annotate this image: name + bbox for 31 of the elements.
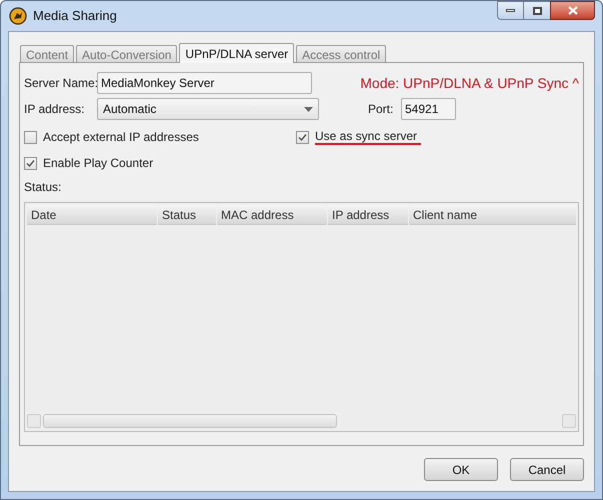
field-label: Port:: [368, 101, 394, 118]
port-field[interactable]: 54921: [401, 98, 456, 120]
close-button[interactable]: [550, 1, 595, 20]
checkbox[interactable]: [24, 156, 37, 170]
checkbox-label: Accept external IP addresses: [43, 130, 199, 144]
column-header[interactable]: Client name: [409, 205, 576, 225]
minimize-button[interactable]: [497, 1, 524, 20]
checkbox[interactable]: [296, 130, 309, 144]
dialog-button[interactable]: Cancel: [510, 458, 584, 481]
field-label: Server Name:: [24, 75, 97, 92]
checkbox-label: Enable Play Counter: [43, 156, 154, 170]
maximize-button[interactable]: [524, 1, 550, 20]
mode-note: Mode: UPnP/DLNA & UPnP Sync ^: [360, 74, 579, 93]
window-title: Media Sharing: [33, 7, 118, 26]
column-header[interactable]: Status: [158, 205, 216, 225]
checkbox[interactable]: [24, 130, 37, 144]
tab[interactable]: UPnP/DLNA server: [179, 43, 294, 63]
dialog-button[interactable]: OK: [424, 458, 498, 481]
checkbox-label: Use as sync server: [315, 129, 418, 143]
server-name-field[interactable]: MediaMonkey Server: [97, 72, 312, 94]
column-header[interactable]: Date: [27, 205, 157, 225]
checkmark-icon: [26, 158, 35, 168]
column-header[interactable]: MAC address: [217, 205, 327, 225]
ip-address-dropdown[interactable]: Automatic: [97, 98, 319, 120]
close-icon: [568, 6, 578, 15]
checkmark-icon: [298, 132, 307, 142]
column-header[interactable]: IP address: [328, 205, 408, 225]
dropdown-arrow-icon: [304, 106, 313, 112]
field-label: IP address:: [24, 101, 86, 118]
scrollbar-thumb[interactable]: [43, 414, 337, 428]
status-label: Status:: [24, 179, 62, 196]
